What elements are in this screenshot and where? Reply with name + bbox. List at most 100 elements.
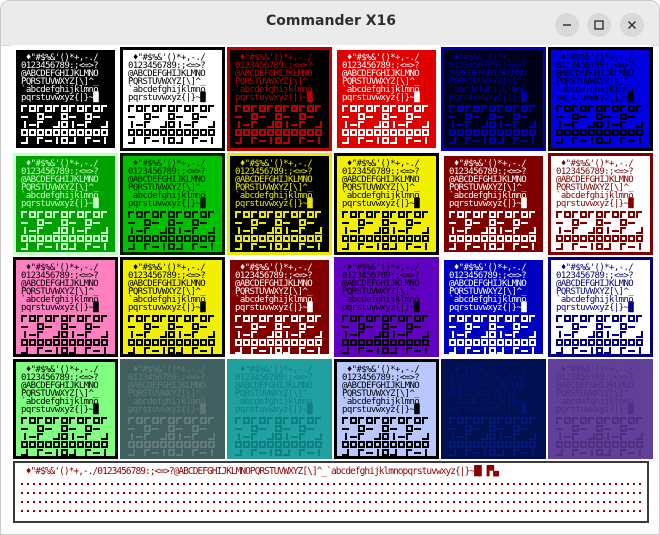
charset-dot — [39, 483, 41, 485]
color-tile: ♦"#$%&'()*+,-./0123456789:;<=>? @ABCDEFGH… — [441, 257, 546, 357]
charset-dot — [243, 501, 245, 503]
charset-dot — [51, 483, 53, 485]
charset-dot — [165, 501, 167, 503]
tile-screen: ♦"#$%&'()*+,-./0123456789:;<=>? @ABCDEFGH… — [123, 50, 222, 148]
charset-dot — [243, 510, 245, 512]
color-tile: ♦"#$%&'()*+,-./0123456789:;<=>? @ABCDEFGH… — [441, 153, 546, 255]
charset-dot — [405, 510, 407, 512]
charset-dot — [291, 492, 293, 494]
maximize-button[interactable] — [587, 13, 611, 37]
charset-dot — [411, 501, 413, 503]
charset-dot — [417, 483, 419, 485]
charset-dot — [339, 492, 341, 494]
charset-dot — [591, 501, 593, 503]
charset-dot — [177, 510, 179, 512]
charset-dot — [99, 492, 101, 494]
charset-dot — [45, 483, 47, 485]
charset-dot — [369, 501, 371, 503]
charset-dot — [135, 483, 137, 485]
charset-dot — [87, 510, 89, 512]
charset-dot — [189, 510, 191, 512]
charset-dot — [453, 492, 455, 494]
charset-dot — [255, 483, 257, 485]
emulator-screen[interactable]: ♦"#$%&'()*+,-./0123456789:;<=>?@ABCDEFGH… — [11, 45, 653, 527]
charset-dot — [513, 510, 515, 512]
charset-dot — [153, 483, 155, 485]
tile-screen: ♦"#$%&'()*+,-./0123456789:;<=>? @ABCDEFGH… — [337, 362, 436, 456]
charset-dot — [537, 510, 539, 512]
charset-dot — [615, 492, 617, 494]
close-icon — [627, 20, 637, 30]
charset-dot — [153, 510, 155, 512]
charset-dot — [375, 483, 377, 485]
charset-dot — [129, 483, 131, 485]
charset-dot — [105, 483, 107, 485]
close-button[interactable] — [620, 13, 644, 37]
charset-dot — [525, 483, 527, 485]
charset-dot — [33, 510, 35, 512]
charset-dot — [429, 492, 431, 494]
charset-dot — [327, 492, 329, 494]
charset-dot — [525, 510, 527, 512]
charset-dot — [567, 492, 569, 494]
charset-dot — [549, 501, 551, 503]
charset-dot — [51, 492, 53, 494]
charset-dot — [411, 510, 413, 512]
charset-dot — [45, 501, 47, 503]
charset-dot — [261, 483, 263, 485]
charset-dot — [621, 510, 623, 512]
charset-dot — [195, 492, 197, 494]
charset-dot — [573, 501, 575, 503]
charset-dot — [363, 501, 365, 503]
color-tile: ♦"#$%&'()*+,-./0123456789:;<=>? @ABCDEFGH… — [334, 359, 439, 459]
color-tile: ♦"#$%&'()*+,-./0123456789:;<=>? @ABCDEFGH… — [334, 257, 439, 357]
charset-dot — [171, 510, 173, 512]
tile-screen: ♦"#$%&'()*+,-./0123456789:;<=>? @ABCDEFGH… — [337, 156, 436, 252]
charset-dot — [39, 492, 41, 494]
charset-dot — [303, 510, 305, 512]
minimize-button[interactable] — [555, 13, 579, 37]
charset-dot — [249, 501, 251, 503]
charset-dot — [57, 483, 59, 485]
charset-dot — [423, 510, 425, 512]
charset-dot — [267, 501, 269, 503]
charset-dot — [225, 492, 227, 494]
charset-dot — [291, 510, 293, 512]
charset-dot — [339, 501, 341, 503]
charset-dot — [225, 510, 227, 512]
color-tile: ♦"#$%&'()*+,-./0123456789:;<=>? @ABCDEFGH… — [120, 257, 225, 357]
charset-dot — [555, 501, 557, 503]
charset-dot — [585, 501, 587, 503]
charset-dot — [513, 483, 515, 485]
charset-dot — [543, 492, 545, 494]
charset-dot — [321, 510, 323, 512]
charset-dot — [207, 501, 209, 503]
charset-dot — [147, 510, 149, 512]
charset-dot — [495, 501, 497, 503]
charset-dot — [183, 483, 185, 485]
charset-dot — [519, 483, 521, 485]
charset-dot — [621, 483, 623, 485]
charset-dot — [135, 510, 137, 512]
charset-dot — [123, 510, 125, 512]
charset-dot — [441, 501, 443, 503]
charset-dot — [99, 501, 101, 503]
charset-dot — [159, 492, 161, 494]
petscii-block-graphics — [342, 211, 429, 250]
title-bar[interactable]: Commander X16 — [1, 1, 659, 46]
charset-dot — [165, 510, 167, 512]
charset-dot — [549, 483, 551, 485]
charset-dot — [225, 501, 227, 503]
petscii-block-graphics — [235, 417, 322, 456]
charset-dot — [573, 492, 575, 494]
tile-screen: ♦"#$%&'()*+,-./0123456789:;<=>? @ABCDEFGH… — [444, 260, 543, 354]
charset-dot — [417, 501, 419, 503]
charset-dot — [339, 483, 341, 485]
charset-dot — [81, 492, 83, 494]
tile-screen: ♦"#$%&'()*+,-./0123456789:;<=>? @ABCDEFGH… — [123, 260, 222, 354]
charset-dot — [429, 510, 431, 512]
charset-dot — [387, 501, 389, 503]
petscii-block-graphics — [342, 105, 429, 144]
charset-dot — [159, 501, 161, 503]
charset-dot — [399, 501, 401, 503]
